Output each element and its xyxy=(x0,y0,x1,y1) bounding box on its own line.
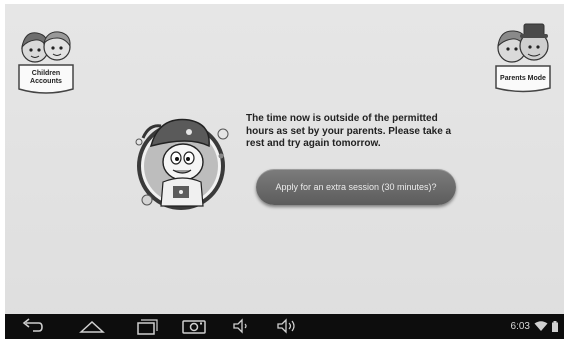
clock: 6:03 xyxy=(510,320,530,332)
message-line-3: rest and try again tomorrow. xyxy=(246,138,381,149)
system-navigation-bar: 6:03 xyxy=(5,314,564,339)
screen: Children Accounts Parents Mode The time … xyxy=(5,4,564,339)
children-accounts-label-line2: Accounts xyxy=(30,78,62,85)
parents-mode-label: Parents Mode xyxy=(500,75,546,82)
children-accounts-label-line1: Children xyxy=(31,70,61,77)
back-icon[interactable] xyxy=(21,316,43,336)
child-avatar-icon xyxy=(135,118,229,210)
wifi-icon xyxy=(534,321,548,331)
home-icon[interactable] xyxy=(79,316,105,336)
apply-extra-session-button[interactable]: Apply for an extra session (30 minutes)? xyxy=(256,169,456,205)
recent-apps-icon[interactable] xyxy=(134,316,158,336)
screenshot-icon[interactable] xyxy=(181,316,207,336)
volume-up-icon[interactable] xyxy=(275,316,299,336)
children-accounts-button[interactable]: Children Accounts xyxy=(13,19,79,97)
battery-icon xyxy=(552,320,558,332)
time-restriction-message: The time now is outside of the permitted… xyxy=(246,113,476,151)
message-line-1: The time now is outside of the permitted xyxy=(246,113,438,124)
status-area: 6:03 xyxy=(511,320,558,332)
parents-mode-button[interactable]: Parents Mode xyxy=(490,16,556,94)
volume-down-icon[interactable] xyxy=(231,316,251,336)
message-line-2: hours as set by your parents. Please tak… xyxy=(246,125,452,137)
